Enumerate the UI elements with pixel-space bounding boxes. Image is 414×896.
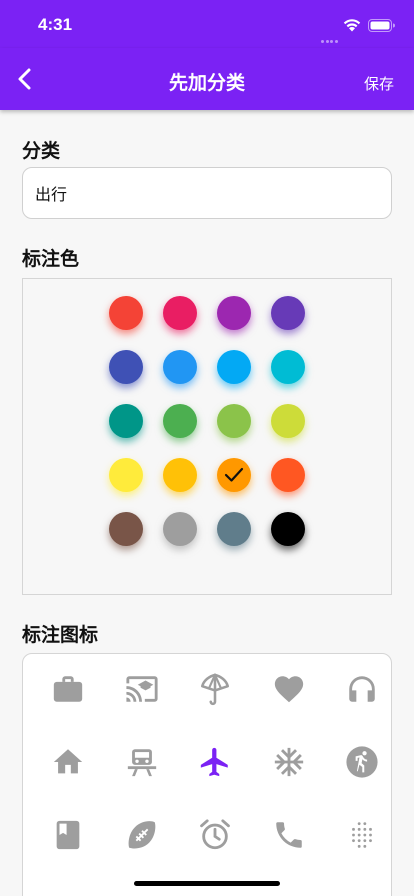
category-name-input[interactable]	[22, 167, 392, 219]
color-swatch[interactable]	[163, 404, 197, 438]
status-time: 4:31	[38, 15, 73, 34]
runner-icon[interactable]	[345, 745, 379, 779]
home-icon[interactable]	[51, 745, 85, 779]
color-swatch[interactable]	[163, 296, 197, 330]
color-swatch[interactable]	[163, 350, 197, 384]
icon-picker-panel	[22, 653, 392, 896]
page-title: 先加分类	[168, 72, 245, 94]
color-swatch[interactable]	[271, 404, 305, 438]
color-swatch[interactable]	[109, 296, 143, 330]
color-swatch[interactable]	[109, 404, 143, 438]
alarm-clock-icon[interactable]	[198, 818, 232, 852]
color-swatch[interactable]	[271, 512, 305, 546]
nav-bar: 先加分类 保存	[0, 48, 414, 110]
color-swatch[interactable]	[217, 404, 251, 438]
umbrella-icon[interactable]	[198, 672, 232, 706]
heart-icon[interactable]	[272, 672, 306, 706]
briefcase-icon[interactable]	[51, 672, 85, 706]
train-icon[interactable]	[125, 745, 159, 779]
wifi-icon	[343, 19, 361, 32]
save-button[interactable]: 保存	[364, 73, 394, 94]
snowflake-icon[interactable]	[272, 745, 306, 779]
color-swatch[interactable]	[163, 512, 197, 546]
color-label: 标注色	[22, 248, 80, 270]
status-bar: 4:31	[0, 0, 414, 48]
phone-icon[interactable]	[272, 818, 306, 852]
color-swatch[interactable]	[217, 296, 251, 330]
color-swatch[interactable]	[109, 350, 143, 384]
cellular-signal-icon	[321, 28, 341, 43]
color-swatch[interactable]	[217, 458, 251, 492]
color-swatch[interactable]	[271, 350, 305, 384]
grain-icon[interactable]	[345, 818, 379, 852]
color-picker-panel	[22, 278, 392, 595]
cast-for-education-icon[interactable]	[125, 672, 159, 706]
headphones-icon[interactable]	[345, 672, 379, 706]
color-swatch[interactable]	[109, 458, 143, 492]
color-swatch[interactable]	[217, 350, 251, 384]
airplane-icon[interactable]	[198, 745, 232, 779]
category-label: 分类	[22, 140, 61, 162]
color-swatch[interactable]	[271, 296, 305, 330]
color-swatch[interactable]	[163, 458, 197, 492]
color-swatch[interactable]	[217, 512, 251, 546]
color-swatch[interactable]	[271, 458, 305, 492]
battery-icon	[368, 19, 395, 32]
icon-label: 标注图标	[22, 624, 99, 646]
checkmark-icon	[224, 467, 244, 482]
home-indicator	[134, 881, 280, 886]
football-icon[interactable]	[125, 818, 159, 852]
book-icon[interactable]	[51, 818, 85, 852]
color-swatch[interactable]	[109, 512, 143, 546]
